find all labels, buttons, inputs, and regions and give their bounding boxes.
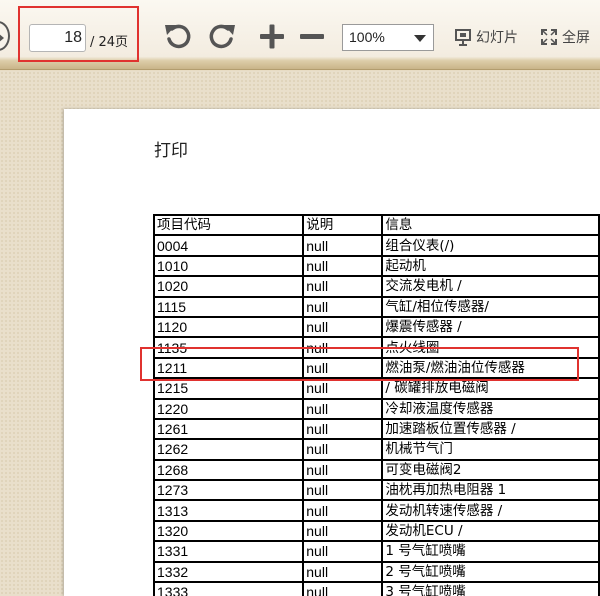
cell-desc: null [302,315,384,339]
cell-info: / 碳罐排放电磁阀 [381,377,600,400]
cell-code: 1220 [152,397,305,420]
table-row: 1313 null 发动机转速传感器 / [152,499,600,522]
cell-code: 1262 [152,438,305,461]
slideshow-icon [455,29,471,46]
cell-desc: null [302,234,384,257]
rotate-left-icon[interactable] [163,21,193,51]
cell-info: 发动机转速传感器 / [381,499,600,522]
page-number-input[interactable]: 18 [29,24,86,52]
prev-page-icon[interactable] [0,21,10,51]
cell-code: 1010 [152,254,305,278]
cell-code: 1268 [152,458,305,482]
cell-info: 机械节气门 [381,438,600,461]
cell-desc: null [302,581,384,596]
slideshow-label: 幻灯片 [476,30,518,46]
zoom-out-icon[interactable] [297,21,327,51]
table-row: 1211 null 燃油泵/燃油油位传感器 [152,356,600,380]
cell-desc: null [302,479,384,502]
cell-info: 交流发电机 / [381,275,600,298]
cell-code: 1215 [152,377,305,400]
cell-desc: null [302,560,384,584]
column-header-desc: 说明 [302,213,384,237]
cell-desc: null [302,254,384,278]
rotate-right-icon[interactable] [207,21,237,51]
cell-desc: null [302,397,384,420]
cell-info: 燃油泵/燃油油位传感器 [381,356,600,380]
document-title: 打印 [154,141,188,161]
table-row: 1333 null 3 号气缸喷嘴 [152,581,600,596]
cell-info: 爆震传感器 / [381,315,600,339]
zoom-select[interactable]: 100% [342,24,434,51]
cell-info: 点火线圈 [381,336,600,359]
table-row: 1135 null 点火线圈 [152,336,600,359]
table-row: 1320 null 发动机ECU / [152,519,600,543]
cell-code: 1320 [152,519,305,543]
cell-code: 1331 [152,540,305,563]
table-row: 0004 null 组合仪表(/) [152,234,600,257]
fullscreen-button[interactable]: 全屏 [540,27,590,47]
code-table: 项目代码 说明 信息 0004 null 组合仪表(/) 1010 null 起动机 102… [152,213,600,596]
table-row: 1120 null 爆震传感器 / [152,315,600,339]
table-row: 1268 null 可变电磁阀2 [152,458,600,482]
cell-code: 1273 [152,479,305,502]
table-row: 1115 null 气缸/相位传感器/ [152,295,600,318]
table-row: 1215 null / 碳罐排放电磁阀 [152,377,600,400]
cell-code: 1313 [152,499,305,522]
table-header-row: 项目代码 说明 信息 [152,213,600,237]
slideshow-button[interactable]: 幻灯片 [454,27,518,47]
cell-desc: null [302,377,384,400]
cell-info: 2 号气缸喷嘴 [381,560,600,584]
cell-desc: null [302,458,384,482]
column-header-code: 项目代码 [152,213,305,237]
cell-code: 1120 [152,315,305,339]
table-row: 1332 null 2 号气缸喷嘴 [152,560,600,584]
cell-code: 1333 [152,581,305,596]
table-row: 1261 null 加速踏板位置传感器 / [152,417,600,441]
cell-code: 1332 [152,560,305,584]
page-total-label: / 24页 [90,35,129,50]
cell-info: 组合仪表(/) [381,234,600,257]
chevron-down-icon [414,35,426,42]
toolbar: 18 / 24页 100% 幻灯片 全屏 [0,0,600,70]
table-row: 1020 null 交流发电机 / [152,275,600,298]
cell-desc: null [302,499,384,522]
cell-info: 起动机 [381,254,600,278]
cell-desc: null [302,275,384,298]
cell-desc: null [302,519,384,543]
table-row: 1331 null 1 号气缸喷嘴 [152,540,600,563]
column-header-info: 信息 [381,213,600,237]
cell-desc: null [302,540,384,563]
cell-info: 冷却液温度传感器 [381,397,600,420]
cell-info: 1 号气缸喷嘴 [381,540,600,563]
cell-code: 1115 [152,295,305,318]
cell-info: 可变电磁阀2 [381,458,600,482]
table-row: 1273 null 油枕再加热电阻器 1 [152,479,600,502]
cell-desc: null [302,417,384,441]
cell-code: 1135 [152,336,305,359]
cell-code: 1020 [152,275,305,298]
cell-info: 气缸/相位传感器/ [381,295,600,318]
fullscreen-icon [541,29,557,45]
table-row: 1220 null 冷却液温度传感器 [152,397,600,420]
cell-info: 加速踏板位置传感器 / [381,417,600,441]
cell-desc: null [302,295,384,318]
zoom-value: 100% [349,29,385,45]
cell-info: 油枕再加热电阻器 1 [381,479,600,502]
cell-desc: null [302,438,384,461]
cell-code: 1261 [152,417,305,441]
fullscreen-label: 全屏 [562,30,590,46]
cell-code: 1211 [152,356,305,380]
table-row: 1262 null 机械节气门 [152,438,600,461]
cell-desc: null [302,356,384,380]
cell-info: 3 号气缸喷嘴 [381,581,600,596]
cell-code: 0004 [152,234,305,257]
cell-desc: null [302,336,384,359]
zoom-in-icon[interactable] [257,21,287,51]
table-row: 1010 null 起动机 [152,254,600,278]
cell-info: 发动机ECU / [381,519,600,543]
